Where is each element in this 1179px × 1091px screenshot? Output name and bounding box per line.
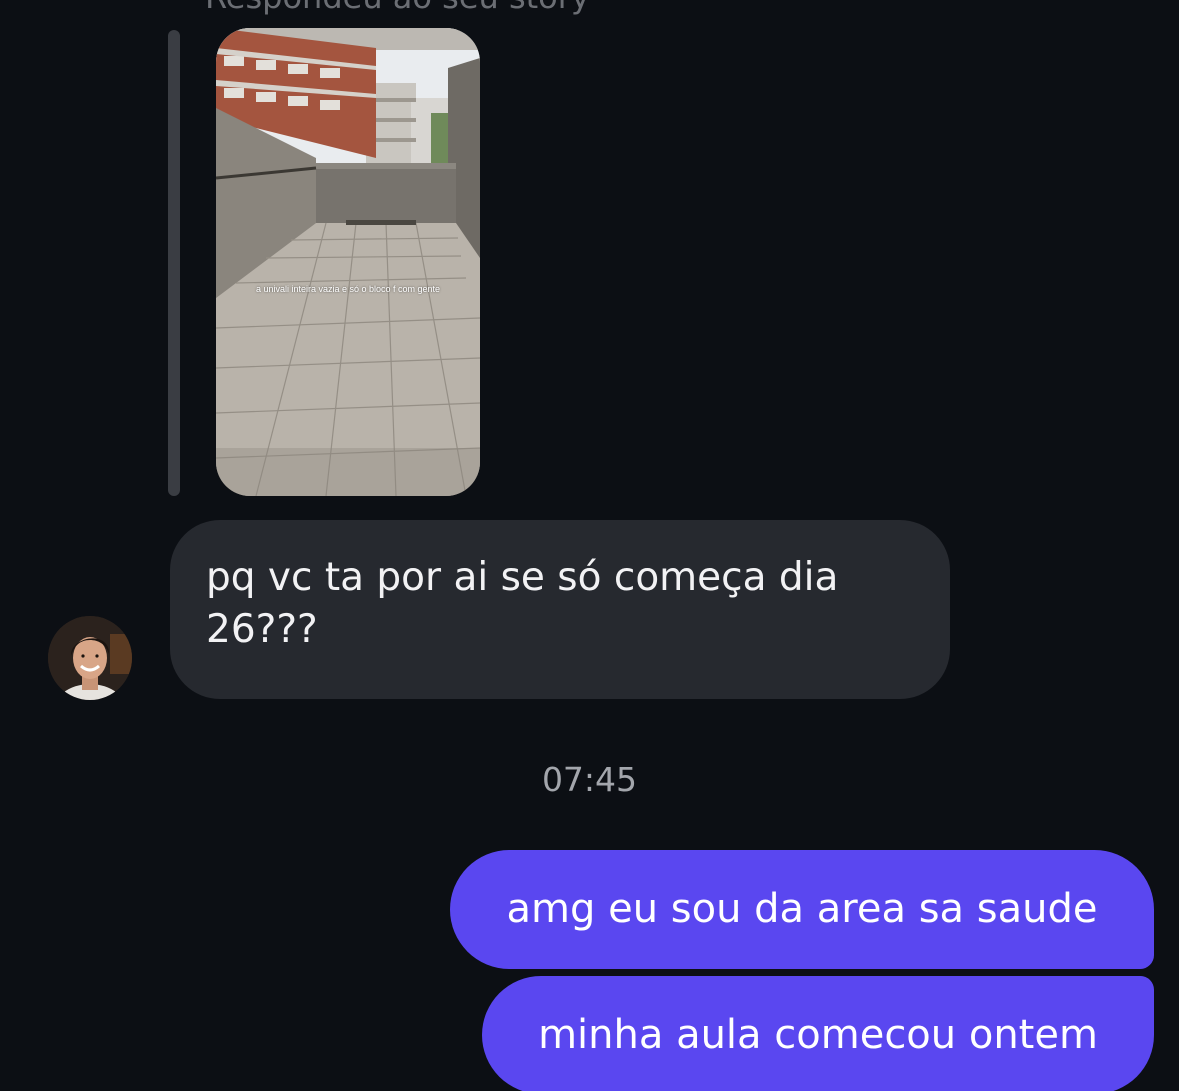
incoming-message-text: pq vc ta por ai se só começa dia 26???	[206, 555, 839, 652]
message-timestamp: 07:45	[541, 760, 638, 799]
story-photo	[216, 28, 480, 496]
outgoing-message-bubble[interactable]: amg eu sou da area sa saude	[450, 850, 1154, 969]
story-thumbnail[interactable]: a univali inteira vazia e só o bloco f c…	[216, 28, 480, 496]
outgoing-message-text: amg eu sou da area sa saude	[506, 886, 1098, 932]
story-caption: a univali inteira vazia e só o bloco f c…	[255, 284, 441, 294]
outgoing-message-text: minha aula comecou ontem	[538, 1012, 1098, 1058]
story-reply-label: Respondeu ao seu story	[205, 0, 590, 16]
outgoing-message-bubble[interactable]: minha aula comecou ontem	[482, 976, 1154, 1091]
quote-bar	[168, 30, 180, 496]
dm-thread: Respondeu ao seu story	[0, 0, 1179, 1091]
incoming-message-bubble[interactable]: pq vc ta por ai se só começa dia 26???	[170, 520, 950, 699]
avatar[interactable]	[48, 616, 132, 700]
avatar-photo	[48, 616, 132, 700]
